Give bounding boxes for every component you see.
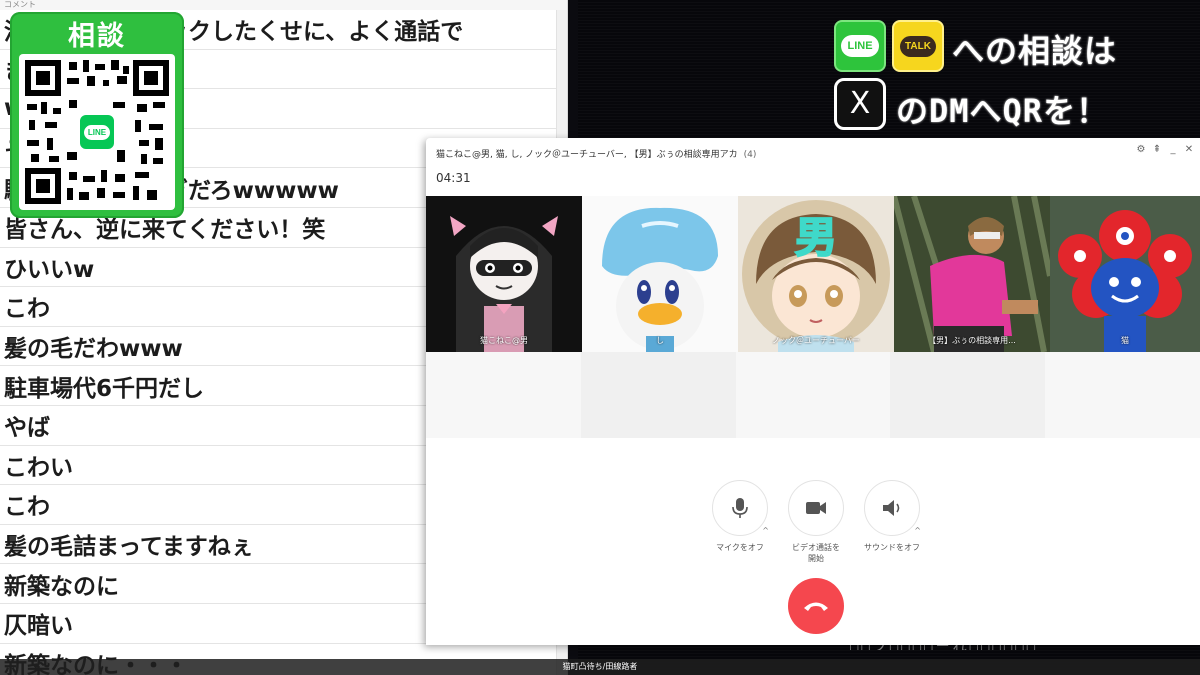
video-camera-icon xyxy=(806,502,826,514)
video-slot xyxy=(890,352,1046,438)
call-title: 猫こねこ@男, 猫, し, ノック＠ユーチューバー, 【男】ぶぅの相談専用アカ (… xyxy=(436,147,756,160)
close-icon[interactable]: ✕ xyxy=(1184,144,1194,155)
call-participants-title: 猫こねこ@男, 猫, し, ノック＠ユーチューバー, 【男】ぶぅの相談専用アカ xyxy=(436,150,738,160)
mic-label: マイクをオフ xyxy=(716,543,764,552)
line-logo-text: LINE xyxy=(83,124,111,140)
boy-avatar-icon: 男 xyxy=(738,196,894,352)
catgirl-avatar-icon xyxy=(426,196,582,352)
video-slot xyxy=(426,352,581,438)
qr-card: 相談 LINE xyxy=(10,12,184,218)
participant-tiles: 猫こねこ@男 し 男 ノック＠ユーチューバー 【男】ぶぅの相談専用... 猫 xyxy=(426,196,1200,352)
photo-avatar-icon xyxy=(894,196,1050,352)
talk-badge-text: TALK xyxy=(900,35,936,57)
participant-tile[interactable]: 男 ノック＠ユーチューバー xyxy=(738,196,894,352)
line-app-icon: LINE xyxy=(834,20,886,72)
x-badge-text: X xyxy=(849,86,871,121)
mascot-avatar-icon xyxy=(1050,196,1200,352)
video-slot xyxy=(580,352,736,438)
participant-name: 猫こねこ@男 xyxy=(480,336,528,345)
participant-name: し xyxy=(656,336,664,345)
chevron-up-icon[interactable]: ^ xyxy=(762,526,769,535)
participant-count: (4) xyxy=(743,150,757,160)
sound-label: サウンドをオフ xyxy=(864,543,920,552)
video-area xyxy=(426,352,1200,438)
video-slot xyxy=(735,352,891,438)
participant-name: 【男】ぶぅの相談専用... xyxy=(928,336,1016,345)
banner-headline-1: への相談は xyxy=(952,32,1118,70)
line-badge-text: LINE xyxy=(841,35,879,57)
chevron-up-icon[interactable]: ^ xyxy=(914,526,921,535)
settings-icon[interactable]: ⚙ xyxy=(1136,144,1146,155)
phone-hangup-icon xyxy=(804,602,828,611)
group-call-window[interactable]: 猫こねこ@男, 猫, し, ノック＠ユーチューバー, 【男】ぶぅの相談専用アカ (… xyxy=(426,138,1200,645)
video-toggle-button[interactable] xyxy=(788,480,844,536)
microphone-icon xyxy=(732,498,748,518)
qr-code[interactable]: LINE xyxy=(19,54,175,210)
banner-headline-2: のDMへQRを！ xyxy=(896,92,1110,130)
x-app-icon: X xyxy=(834,78,886,130)
pin-icon[interactable]: ⇞ xyxy=(1152,144,1162,155)
mic-toggle-button[interactable]: ^ xyxy=(712,480,769,536)
video-label-line2: 開始 xyxy=(808,554,824,563)
participant-tile[interactable]: 猫こねこ@男 xyxy=(426,196,582,352)
boy-badge-text: 男 xyxy=(795,213,837,262)
participant-tile[interactable]: 猫 xyxy=(1050,196,1200,352)
duck-avatar-icon xyxy=(582,196,738,352)
comment-header: コメント xyxy=(0,0,567,10)
speaker-icon xyxy=(883,500,900,516)
participant-name: 猫 xyxy=(1121,336,1129,345)
video-label-line1: ビデオ通話を xyxy=(792,543,840,552)
participant-name: ノック＠ユーチューバー xyxy=(772,336,860,345)
status-text: 猫町凸待ち/田線路者 xyxy=(562,662,638,671)
qr-title: 相談 xyxy=(68,21,126,52)
video-slot xyxy=(1045,352,1200,438)
participant-tile[interactable]: 【男】ぶぅの相談専用... xyxy=(894,196,1050,352)
sound-toggle-button[interactable]: ^ xyxy=(864,480,921,536)
call-timer: 04:31 xyxy=(436,171,471,185)
hang-up-button[interactable] xyxy=(788,578,844,634)
minimize-icon[interactable]: _ xyxy=(1168,144,1178,155)
participant-tile[interactable]: し xyxy=(582,196,738,352)
window-controls: ⚙ ⇞ _ ✕ xyxy=(1136,144,1194,155)
line-logo-icon: LINE xyxy=(77,112,117,152)
kakaotalk-app-icon: TALK xyxy=(892,20,944,72)
video-label: ビデオ通話を 開始 xyxy=(776,542,856,564)
